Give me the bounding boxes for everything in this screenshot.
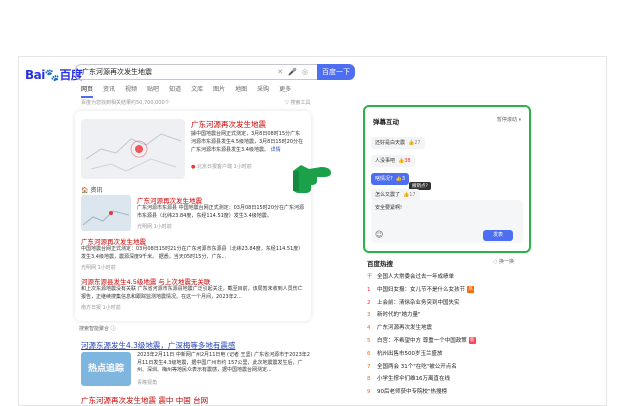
- danmu-item-selected[interactable]: 啥情况? 👍3: [371, 173, 410, 185]
- pause-icon: ⏸: [518, 117, 521, 123]
- card-source: ● 北京日报客户端 1小时前: [191, 164, 252, 170]
- tab-zhidao[interactable]: 知道: [169, 84, 181, 98]
- news-item-source: 光明网 1小时前: [137, 224, 172, 230]
- tab-news[interactable]: 资讯: [103, 84, 115, 98]
- hot-search-list: 干全国人大常委会过去一年成绩单 1 中国妇女报：女儿节不是什么女孩节热 2 上会前：…: [367, 271, 537, 399]
- filter-icon: ▽: [285, 100, 289, 106]
- clear-icon[interactable]: ✕: [277, 68, 288, 76]
- tab-more[interactable]: 更多: [279, 84, 291, 98]
- result-title-link[interactable]: 广东河源再次发生地震 震中 中国 台网: [81, 395, 208, 405]
- refresh-button[interactable]: ◌ 换一换: [493, 258, 514, 265]
- hot-badge: 热: [467, 285, 475, 293]
- hot-item[interactable]: 4 广东河源再次发生地震: [367, 322, 537, 335]
- card-text: 據中国地震台网正式测定，3月8日08时15分广东河源市东源县发生4.5级地震，3…: [191, 131, 304, 153]
- news-item-title[interactable]: 广东河源再次发生地震: [81, 236, 146, 246]
- news-item-text: 中国地震台网正式测定：03月08日15时21分在广东河源市东源县（北纬23.84…: [81, 246, 304, 260]
- danmu-input-value: 安全要紧啊!: [375, 205, 403, 211]
- send-button[interactable]: 发表: [483, 230, 513, 241]
- tab-images[interactable]: 图片: [213, 84, 225, 98]
- news-item-text: 广东河源市东源县 中国地震台网正式测定：03月08日15时20分在广东河源市东源…: [137, 205, 305, 219]
- result-thumbnail[interactable]: 热点追踪: [81, 352, 131, 386]
- news-item-source: 光明网 1小时前: [81, 265, 116, 271]
- news-item-title[interactable]: 河源东源县发生4.5级地震 与上次地震无关联: [81, 276, 210, 286]
- danmu-panel: 弹幕互动 暂停滚动 ⏸ 还好是白天震 👍27 人没事吧 👍38 啥情况? 👍3 撤销点…: [363, 105, 531, 253]
- tab-video[interactable]: 视频: [125, 84, 137, 98]
- tab-map[interactable]: 地图: [235, 84, 247, 98]
- danmu-item[interactable]: 人没事吧 👍38: [371, 155, 415, 167]
- card-title[interactable]: 广东河源再次发生地震: [191, 119, 266, 130]
- like-icon[interactable]: 👍3: [396, 176, 405, 182]
- microphone-icon[interactable]: 🎤: [288, 68, 302, 76]
- info-icon: ⓘ: [110, 326, 116, 332]
- source-logo-icon: ●: [191, 164, 196, 170]
- danmu-title: 弹幕互动: [373, 118, 399, 126]
- hot-item[interactable]: 1 中国妇女报：女儿节不是什么女孩节热: [367, 284, 537, 297]
- like-icon[interactable]: 👍38: [398, 158, 411, 164]
- refresh-icon: ◌: [493, 259, 498, 265]
- tab-wenku[interactable]: 文库: [191, 84, 203, 98]
- news-item-source: 南方日报 1小时前: [81, 305, 121, 311]
- hot-item[interactable]: 3 新时代的"她力量": [367, 309, 537, 322]
- smart-aggregation-label: 搜索智能聚合 ⓘ: [79, 326, 116, 332]
- news-icon: 🏠: [81, 187, 89, 194]
- new-badge: 新: [468, 336, 476, 344]
- hot-item[interactable]: 9 90后老师获中专院校"热搜榜: [367, 386, 537, 399]
- search-tabs: 网页 资讯 视频 贴吧 知道 文库 图片 地图 采购 更多: [81, 84, 291, 98]
- baidu-logo[interactable]: Bai🐾百度: [25, 66, 83, 83]
- hot-item[interactable]: 2 上会前：清徐杂业务突到中国失实: [367, 297, 537, 310]
- hot-item[interactable]: 8 小学生撑伞们维16万离直在线: [367, 373, 537, 386]
- emoji-icon[interactable]: ☺: [375, 230, 383, 239]
- tab-tieba[interactable]: 贴吧: [147, 84, 159, 98]
- hot-item[interactable]: 7 全国两会 31个"在吃"被公开点名: [367, 361, 537, 374]
- news-item-title[interactable]: 广东河源再次发生地震: [137, 195, 202, 205]
- pause-scroll-button[interactable]: 暂停滚动 ⏸: [497, 116, 521, 123]
- danmu-item[interactable]: 还好是白天震 👍27: [371, 137, 425, 149]
- pointing-hand-icon: [293, 165, 331, 193]
- like-icon[interactable]: 👍17: [403, 192, 416, 198]
- hot-item[interactable]: 5 白宫：不希望中方 尊重一个中国政策新: [367, 335, 537, 348]
- hot-item[interactable]: 干全国人大常委会过去一年成绩单: [367, 271, 537, 284]
- result-title-link[interactable]: 河源东源发生4.3级地震，广深梅等多地有震感: [81, 340, 235, 351]
- search-tools-button[interactable]: ▽ 搜索工具: [285, 99, 310, 106]
- tab-purchase[interactable]: 采购: [257, 84, 269, 98]
- hot-item[interactable]: 6 杭州出售市500岁玉兰盛放: [367, 348, 537, 361]
- browser-page: Bai🐾百度 广东河源再次发生地震 ✕🎤◎ 百度一下 网页 资讯 视频 贴吧 知…: [18, 56, 607, 406]
- result-snippet: 2023年2月11日 中新网广州2月11日电 (记者 王坚) 广东省河源市于20…: [137, 352, 310, 373]
- search-input[interactable]: 广东河源再次发生地震 ✕🎤◎: [75, 64, 317, 80]
- search-button[interactable]: 百度一下: [317, 64, 355, 80]
- news-item-text: 和上次东源地震没有关联 广东省河源市东源县地震广泛引起关注，截至目前，该局暂未收…: [81, 286, 303, 300]
- search-query: 广东河源再次发生地震: [82, 68, 152, 76]
- card-more-link[interactable]: 详情: [271, 147, 281, 153]
- news-header: 🏠 资讯: [81, 187, 103, 194]
- result-source: 青瞳视角: [137, 380, 158, 386]
- news-thumbnail[interactable]: [81, 195, 131, 231]
- earthquake-map-image[interactable]: [81, 119, 185, 179]
- result-count: 百度为您找到相关结果约50,700,000个: [81, 100, 170, 106]
- camera-icon[interactable]: ◎: [302, 68, 313, 76]
- tab-web[interactable]: 网页: [81, 84, 94, 98]
- like-icon[interactable]: 👍27: [408, 140, 421, 146]
- hot-search-title: 百度热搜: [367, 260, 393, 268]
- earthquake-result-card: 广东河源再次发生地震 據中国地震台网正式测定，3月8日08时15分广东河源市东源…: [75, 111, 311, 321]
